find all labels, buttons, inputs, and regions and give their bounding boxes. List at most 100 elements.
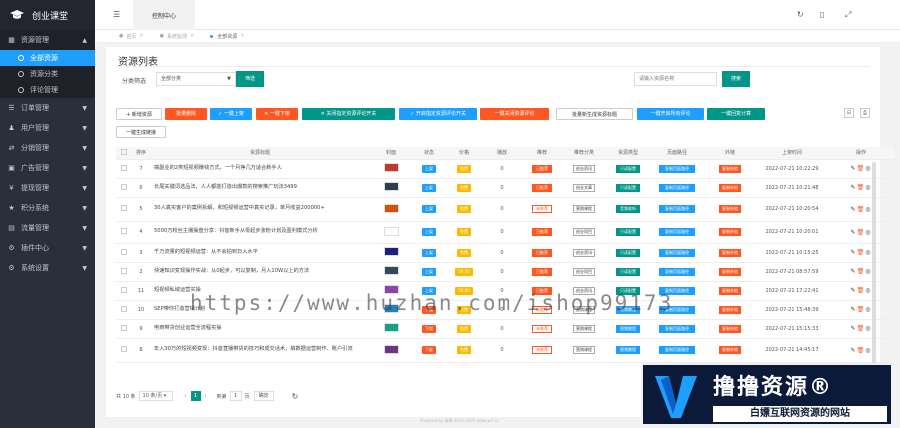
row-checkbox[interactable] — [121, 286, 127, 293]
refresh-table-icon[interactable]: ↻ — [292, 392, 299, 401]
copy-link-button[interactable]: 复制外链 — [719, 305, 741, 314]
sidebar-item-3[interactable]: ⇄ 分销管理 ▼ — [0, 138, 95, 158]
row-checkbox-cell[interactable] — [116, 319, 132, 339]
cover-thumbnail[interactable] — [383, 266, 399, 275]
action-button-2[interactable]: ✓ 一键上架 — [210, 108, 252, 120]
goto-page-input[interactable]: 1 — [229, 391, 242, 401]
cover-thumbnail[interactable] — [383, 163, 399, 172]
row-checkbox-cell[interactable] — [116, 262, 132, 282]
refresh-icon[interactable]: ↻ — [797, 10, 804, 19]
more-icon[interactable]: ◎ — [865, 287, 871, 294]
cover-thumbnail[interactable] — [383, 344, 399, 354]
top-tab-control-center[interactable]: 控制中心 — [133, 0, 195, 30]
table-row[interactable]: 7 搞副业的2类短视频赚钱方式，一个月挣几万适合新手人 上架 免费 0 已推荐 创业资讯 只读… — [116, 159, 894, 179]
copy-path-button[interactable]: 复制页面路径 — [659, 164, 695, 173]
recommend-badge[interactable]: 已推荐 — [532, 248, 552, 257]
close-icon[interactable]: × — [240, 33, 244, 39]
delete-icon[interactable]: 🗑 — [857, 268, 866, 275]
sidebar-subitem-0[interactable]: 全部资源 — [0, 50, 95, 66]
sidebar-item-4[interactable]: ▣ 广告管理 ▼ — [0, 158, 95, 178]
clear-icon[interactable]: ▯ — [820, 10, 824, 19]
table-row[interactable]: 9 电商带货创业运营全流程实操 下架 免费 0 未推荐 营销课程 视频教程 复制页面路径 复制外链… — [116, 319, 894, 339]
delete-icon[interactable]: 🗑 — [857, 287, 866, 294]
recommend-badge[interactable]: 未推荐 — [532, 324, 552, 333]
table-row[interactable]: 4 5000万粉丝主播操盘分享：抖音新手从零起步涨粉计划及盈利模式分析 上架 免费 0 已… — [116, 221, 894, 244]
more-icon[interactable]: ◎ — [865, 249, 871, 256]
goto-confirm-button[interactable]: 确定 — [253, 391, 274, 401]
tab-1[interactable]: ● 系统监测 × — [152, 30, 203, 43]
tab-2[interactable]: 全部资源 × — [202, 30, 252, 43]
sidebar-item-7[interactable]: ▤ 流量管理 ▼ — [0, 218, 95, 238]
copy-link-button[interactable]: 复制外链 — [719, 267, 741, 276]
action-button-3[interactable]: ✕ 一键下架 — [256, 108, 298, 120]
action-button-10[interactable]: 一键生成链接 — [116, 126, 166, 138]
row-checkbox[interactable] — [121, 346, 127, 352]
action-button-5[interactable]: ✓ 开启指定资源评论开关 — [399, 108, 477, 120]
table-row[interactable]: 5 30人真实客户的案例拆解，和短视频运营中真实记录，单月收益200000+ 上架 免… — [116, 197, 894, 222]
recommend-badge[interactable]: 未推荐 — [532, 205, 552, 213]
row-checkbox[interactable] — [121, 228, 127, 234]
status-badge[interactable]: 上架 — [422, 228, 436, 236]
filter-button[interactable]: 筛选 — [236, 71, 264, 87]
category-select[interactable]: 全部分类 ▼ — [156, 72, 236, 86]
table-row[interactable]: 3 千万流量的短视频运营：从不会拍到日入水平 上架 免费 0 已推荐 创业资讯 只读配置 复制页… — [116, 243, 894, 263]
action-button-0[interactable]: + 新增资源 — [116, 108, 162, 120]
sidebar-item-0[interactable]: ▦ 资源管理 ▲ — [0, 30, 95, 50]
table-row[interactable]: 2 快速知识变现操作实战：从0起步，可以复制，月入10W以上的方法 上架 59.00 0… — [116, 262, 894, 282]
copy-link-button[interactable]: 复制外链 — [719, 164, 741, 173]
row-checkbox[interactable] — [121, 183, 127, 190]
cover-thumbnail[interactable] — [383, 182, 399, 191]
sidebar-item-6[interactable]: ★ 积分系统 ▼ — [0, 198, 95, 218]
status-badge[interactable]: 上架 — [422, 164, 436, 173]
recommend-badge[interactable]: 已推荐 — [532, 267, 552, 276]
more-icon[interactable]: ◎ — [865, 229, 871, 236]
status-badge[interactable]: 上架 — [422, 205, 436, 213]
status-badge[interactable]: 下架 — [422, 346, 436, 354]
copy-link-button[interactable]: 复制外链 — [719, 205, 741, 213]
row-checkbox[interactable] — [121, 248, 127, 255]
columns-icon[interactable]: ⊟ — [844, 108, 854, 118]
sidebar-subitem-2[interactable]: 评论管理 — [0, 82, 95, 98]
action-button-9[interactable]: 一键回复计算 — [707, 108, 765, 120]
copy-link-button[interactable]: 复制外链 — [719, 286, 741, 295]
close-icon[interactable]: × — [190, 33, 194, 39]
action-button-4[interactable]: ✕ 关闭指定资源评论开关 — [302, 108, 395, 120]
sidebar-subitem-1[interactable]: 资源分类 — [0, 66, 95, 82]
more-icon[interactable]: ◎ — [865, 325, 871, 332]
copy-path-button[interactable]: 复制页面路径 — [659, 205, 695, 213]
action-button-7[interactable]: 批量新生成资源标题 — [556, 108, 633, 120]
row-checkbox[interactable] — [121, 205, 127, 211]
table-row[interactable]: 8 年入30万的短视频变现：抖音直播带货的技巧和成交话术，搞数据运营制作、账户引流… — [116, 338, 894, 363]
copy-path-button[interactable]: 复制页面路径 — [659, 267, 695, 276]
sidebar-item-1[interactable]: ☰ 订单管理 ▼ — [0, 98, 95, 118]
cover-thumbnail[interactable] — [383, 323, 399, 332]
status-badge[interactable]: 上架 — [422, 183, 436, 192]
copy-path-button[interactable]: 复制页面路径 — [659, 324, 695, 333]
cover-thumbnail[interactable] — [383, 247, 399, 256]
row-checkbox-cell[interactable] — [116, 281, 132, 301]
copy-path-button[interactable]: 复制页面路径 — [659, 248, 695, 257]
page-button-current[interactable]: 1 — [190, 391, 201, 401]
delete-icon[interactable]: 🗑 — [857, 229, 866, 236]
select-all-checkbox[interactable] — [121, 148, 127, 155]
cover-thumbnail[interactable] — [383, 203, 399, 213]
action-button-8[interactable]: 一键开启所有评论 — [637, 108, 704, 120]
row-checkbox[interactable] — [121, 324, 127, 331]
more-icon[interactable]: ◎ — [865, 306, 871, 313]
close-icon[interactable]: × — [139, 33, 143, 39]
row-checkbox[interactable] — [121, 164, 127, 171]
row-checkbox-cell[interactable] — [116, 221, 132, 244]
action-button-6[interactable]: 一键关闭资源评论 — [480, 108, 549, 120]
delete-icon[interactable]: 🗑 — [857, 306, 866, 313]
tab-0[interactable]: ● 首页 × — [111, 30, 152, 43]
prev-page-button[interactable]: ‹ — [181, 391, 191, 401]
row-checkbox-cell[interactable] — [116, 243, 132, 263]
row-checkbox[interactable] — [121, 267, 127, 274]
row-checkbox-cell[interactable] — [116, 338, 132, 363]
fullscreen-icon[interactable]: ⤢ — [845, 10, 851, 20]
cover-thumbnail[interactable] — [383, 226, 399, 236]
recommend-badge[interactable]: 未推荐 — [532, 346, 552, 354]
next-page-button[interactable]: › — [201, 391, 211, 401]
per-page-select[interactable]: 10 条/页 ▾ — [138, 391, 173, 401]
copy-path-button[interactable]: 复制页面路径 — [659, 228, 695, 236]
